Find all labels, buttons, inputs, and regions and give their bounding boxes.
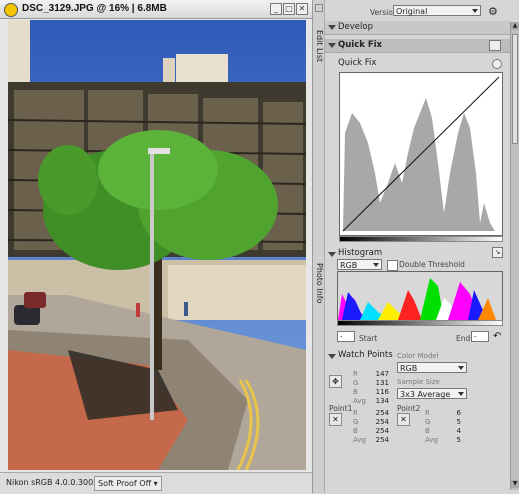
top-b-value: 116: [375, 388, 389, 396]
photo-image: [8, 20, 306, 470]
minimize-button[interactable]: _: [270, 3, 282, 15]
add-watch-point-icon[interactable]: ✥: [329, 375, 342, 388]
side-tab-strip: Edit List Photo Info: [313, 0, 325, 493]
point2-remove-icon[interactable]: ✕: [397, 413, 410, 426]
top-g-label: G: [353, 379, 359, 387]
p1-r-label: R: [353, 409, 358, 417]
develop-title: Develop: [338, 22, 373, 32]
color-profile-label: Nikon sRGB 4.0.0.3002: [6, 478, 99, 487]
panel-toggle-icon[interactable]: [315, 4, 323, 12]
histogram-graph[interactable]: [337, 271, 503, 321]
scroll-up-icon[interactable]: ▲: [511, 22, 519, 30]
maximize-button[interactable]: □: [283, 3, 295, 15]
version-value: Original: [396, 7, 428, 16]
p1-b-label: B: [353, 427, 358, 435]
histogram-reset-icon[interactable]: ↶: [493, 331, 501, 342]
quick-fix-collapse-icon: [328, 43, 336, 48]
image-title: DSC_3129.JPG @ 16% | 6.8MB: [22, 3, 167, 14]
histogram-channel-select[interactable]: RGB: [337, 259, 382, 270]
p2-r-label: R: [425, 409, 430, 417]
image-title-bar[interactable]: DSC_3129.JPG @ 16% | 6.8MB _ □ ✕: [0, 0, 312, 19]
color-model-label: Color Model: [397, 352, 439, 360]
sample-size-label: Sample Size: [397, 378, 440, 386]
top-avg-value: 134: [375, 397, 389, 405]
sample-size-select[interactable]: 3x3 Average: [397, 388, 467, 399]
scrollbar-thumb[interactable]: [512, 34, 518, 144]
quick-fix-label: Quick Fix: [338, 58, 377, 68]
histogram-end-input[interactable]: -: [471, 331, 489, 342]
p2-avg-label: Avg: [425, 436, 438, 444]
watch-points-title: Watch Points: [338, 350, 393, 360]
nikon-logo-icon: [4, 3, 18, 17]
histogram-end-label: End: [456, 334, 471, 343]
tone-gradient-bar: [339, 236, 503, 242]
quick-fix-section-title: Quick Fix: [338, 40, 383, 50]
develop-header[interactable]: Develop: [325, 21, 510, 35]
p1-r-value: 254: [375, 409, 389, 417]
photo-canvas[interactable]: [8, 20, 306, 470]
point1-label: Point1: [329, 404, 353, 413]
sample-size-value: 3x3 Average: [400, 390, 451, 399]
point2-label: Point2: [397, 404, 421, 413]
curves-graph[interactable]: [339, 72, 503, 236]
soft-proof-value: Soft Proof Off: [98, 479, 152, 488]
tab-photo-info[interactable]: Photo Info: [313, 248, 324, 318]
histogram-menu-icon[interactable]: ↘: [492, 247, 503, 258]
quick-fix-checkbox[interactable]: [489, 40, 501, 51]
p2-b-value: 4: [456, 427, 461, 435]
curves-histogram-image: [342, 76, 500, 232]
top-r-value: 147: [375, 370, 389, 378]
top-avg-label: Avg: [353, 397, 366, 405]
double-threshold-checkbox[interactable]: [387, 260, 398, 271]
image-window: DSC_3129.JPG @ 16% | 6.8MB _ □ ✕ Nikon s…: [0, 0, 313, 494]
point1-remove-icon[interactable]: ✕: [329, 413, 342, 426]
p1-avg-value: 254: [375, 436, 389, 444]
edit-panel: Version Original ⚙ Develop Quick Fix Qui…: [325, 0, 519, 493]
histogram-channel-value: RGB: [340, 261, 358, 270]
double-threshold-label: Double Threshold: [399, 260, 465, 269]
top-g-value: 131: [375, 379, 389, 387]
p2-g-label: G: [425, 418, 431, 426]
panel-scrollbar[interactable]: ▲ ▼: [510, 22, 519, 490]
p1-g-value: 254: [375, 418, 389, 426]
histogram-title: Histogram: [338, 248, 383, 258]
p2-b-label: B: [425, 427, 430, 435]
develop-collapse-icon: [328, 25, 336, 30]
tab-edit-list[interactable]: Edit List: [313, 16, 324, 76]
p2-r-value: 6: [456, 409, 461, 417]
p1-b-value: 254: [375, 427, 389, 435]
image-status-bar: Nikon sRGB 4.0.0.3002 Soft Proof Off ▾: [0, 472, 312, 494]
quick-fix-reset-icon[interactable]: [492, 59, 502, 69]
watch-points-collapse-icon[interactable]: [328, 352, 336, 362]
histogram-gradient-bar: [337, 320, 503, 326]
p1-g-label: G: [353, 418, 359, 426]
color-model-select[interactable]: RGB: [397, 362, 467, 373]
histogram-start-input[interactable]: -: [337, 331, 355, 342]
histogram-start-label: Start: [359, 334, 378, 343]
histogram-image: [338, 272, 502, 320]
scroll-down-icon[interactable]: ▼: [511, 480, 519, 488]
top-r-label: R: [353, 370, 358, 378]
version-select[interactable]: Original: [393, 5, 481, 16]
quick-fix-header[interactable]: Quick Fix: [325, 39, 510, 53]
histogram-collapse-icon[interactable]: [328, 250, 336, 260]
color-model-value: RGB: [400, 364, 418, 373]
close-button[interactable]: ✕: [296, 3, 308, 15]
p2-avg-value: 5: [456, 436, 461, 444]
p2-g-value: 5: [456, 418, 461, 426]
top-b-label: B: [353, 388, 358, 396]
settings-gear-icon[interactable]: ⚙: [488, 5, 498, 18]
p1-avg-label: Avg: [353, 436, 366, 444]
soft-proof-dropdown[interactable]: Soft Proof Off ▾: [94, 476, 162, 491]
